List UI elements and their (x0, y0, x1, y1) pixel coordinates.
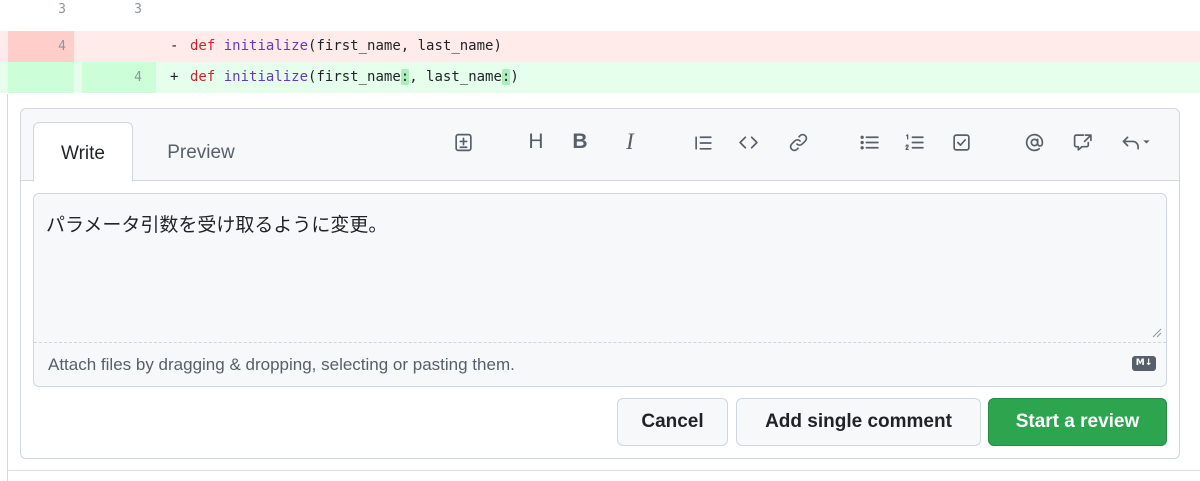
old-line-number[interactable]: 4 (8, 31, 74, 62)
task-list-icon[interactable] (946, 125, 976, 159)
start-review-button[interactable]: Start a review (988, 398, 1167, 446)
reply-icon[interactable] (1113, 125, 1159, 159)
heading-icon[interactable]: H (521, 125, 551, 159)
old-line-number[interactable]: 3 (8, 0, 74, 28)
added-code-line: + def initialize(first_name:, last_name:) (156, 62, 1200, 93)
code-args-part: (first_name (308, 69, 401, 85)
italic-icon[interactable]: I (615, 125, 645, 159)
insert-suggestion-icon[interactable] (448, 125, 478, 159)
old-line-number[interactable] (8, 62, 74, 93)
code-function-name: initialize (223, 69, 309, 85)
new-line-number[interactable]: 4 (82, 62, 156, 93)
link-icon[interactable] (783, 125, 813, 159)
code-keyword: def (190, 38, 216, 54)
code-keyword: def (190, 69, 216, 85)
tab-write[interactable]: Write (33, 122, 133, 182)
code-function-name: initialize (223, 38, 309, 54)
tab-preview[interactable]: Preview (149, 122, 253, 181)
deleted-code-line: - def initialize(first_name, last_name) (156, 31, 1200, 62)
add-single-comment-button[interactable]: Add single comment (736, 398, 981, 446)
new-line-number[interactable]: 3 (82, 0, 156, 28)
diff-deleted-row: 4 - def initialize(first_name, last_name) (0, 31, 1200, 62)
comment-textarea[interactable]: パラメータ引数を受け取るように変更。 (34, 194, 1166, 342)
cancel-button[interactable]: Cancel (617, 398, 728, 446)
diff-sign: + (170, 69, 179, 85)
divider (8, 470, 1200, 471)
resize-handle-icon[interactable] (1150, 326, 1162, 338)
code-change-highlight: : (400, 69, 410, 85)
code-args-part: , last_name (409, 69, 502, 85)
code-args: (first_name, last_name) (308, 38, 502, 54)
new-line-number[interactable] (82, 31, 156, 62)
markdown-icon[interactable]: M↓ (1132, 356, 1156, 371)
code-args-part: ) (510, 69, 519, 85)
review-comment-form: Write Preview H B I パラメータ引数を受け取るように変更。 A… (20, 108, 1180, 459)
ordered-list-icon[interactable] (899, 125, 929, 159)
diff-sign: - (170, 38, 179, 54)
diff-rail (7, 94, 8, 481)
quote-icon[interactable] (688, 125, 718, 159)
attach-files-hint[interactable]: Attach files by dragging & dropping, sel… (34, 342, 1166, 386)
diff-context-row: 3 3 (0, 0, 1200, 28)
cross-reference-icon[interactable] (1067, 125, 1097, 159)
comment-editor: パラメータ引数を受け取るように変更。 Attach files by dragg… (33, 193, 1167, 387)
code-icon[interactable] (733, 125, 763, 159)
mention-icon[interactable] (1019, 125, 1049, 159)
comment-tab-bar: Write Preview H B I (21, 109, 1179, 182)
diff-added-row: 4 + def initialize(first_name:, last_name… (0, 62, 1200, 93)
unordered-list-icon[interactable] (854, 125, 884, 159)
bold-icon[interactable]: B (565, 125, 595, 159)
